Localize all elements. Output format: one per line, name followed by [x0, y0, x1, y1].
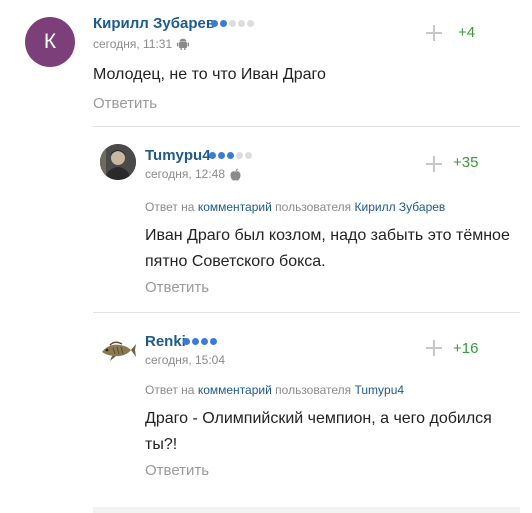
reply-to-info: Ответ на комментарий пользователя Tumypu…	[145, 383, 404, 397]
author-name[interactable]: Кирилл Зубарев	[93, 15, 215, 32]
reply-user-prefix: пользователя	[275, 383, 352, 397]
comment-time: сегодня, 12:48	[145, 167, 226, 181]
apple-icon	[230, 167, 241, 181]
comment-meta: сегодня, 12:48	[145, 167, 241, 181]
comment: Renki сегодня, 15:04 +16 Ответ на коммен…	[0, 312, 532, 507]
rank-dot	[236, 152, 243, 159]
rank-dot	[238, 20, 245, 27]
reply-button[interactable]: Ответить	[145, 279, 209, 296]
comment-text: Драго - Олимпийский чемпион, а чего доби…	[145, 406, 520, 458]
comment-text-line: ты?!	[145, 436, 178, 453]
comment: Tumypu4 сегодня, 12:48 +35 Ответ на комм…	[0, 126, 532, 312]
upvote-button[interactable]	[426, 25, 442, 41]
comment-score: +35	[453, 154, 479, 171]
reply-user-link[interactable]: Tumypu4	[355, 383, 405, 397]
reply-to-info: Ответ на комментарий пользователя Кирилл…	[145, 200, 445, 214]
comment-meta: сегодня, 11:31	[93, 37, 190, 51]
rank-dot	[210, 338, 217, 345]
comment-time: сегодня, 15:04	[145, 353, 226, 367]
rank-dot	[209, 152, 216, 159]
rank-dot	[192, 338, 199, 345]
fish-icon	[102, 341, 136, 361]
author-name[interactable]: Renki	[145, 333, 186, 350]
rank-dot	[220, 20, 227, 27]
avatar[interactable]	[100, 332, 136, 368]
avatar[interactable]	[100, 144, 136, 180]
reply-user-prefix: пользователя	[275, 200, 352, 214]
reply-comment-link[interactable]: комментарий	[198, 383, 272, 397]
comment-score: +4	[458, 24, 476, 41]
comment-text: Молодец, не то что Иван Драго	[93, 66, 326, 83]
rank-dots	[211, 20, 254, 27]
comment-time: сегодня, 11:31	[93, 37, 173, 51]
rank-dot	[245, 152, 252, 159]
comment-meta: сегодня, 15:04	[145, 353, 225, 367]
reply-prefix: Ответ на	[145, 200, 195, 214]
avatar[interactable]: К	[25, 17, 75, 67]
rank-dots	[183, 338, 217, 345]
reply-button[interactable]: Ответить	[145, 462, 209, 479]
reply-button[interactable]: Ответить	[93, 95, 157, 112]
reply-prefix: Ответ на	[145, 383, 195, 397]
android-icon	[177, 38, 190, 50]
divider	[93, 507, 520, 513]
upvote-button[interactable]	[426, 156, 442, 172]
rank-dot	[183, 338, 190, 345]
rank-dot	[227, 152, 234, 159]
comment-text-line: пятно Советского бокса.	[145, 253, 326, 270]
reply-user-link[interactable]: Кирилл Зубарев	[355, 200, 446, 214]
author-name[interactable]: Tumypu4	[145, 147, 211, 164]
comment-text-line: Иван Драго был козлом, надо забыть это т…	[145, 227, 510, 244]
rank-dot	[201, 338, 208, 345]
rank-dot	[247, 20, 254, 27]
rank-dots	[209, 152, 252, 159]
rank-dot	[211, 20, 218, 27]
comment: К Кирилл Зубарев сегодня, 11:31 +4 Молод…	[0, 0, 532, 126]
comment-text-line: Драго - Олимпийский чемпион, а чего доби…	[145, 410, 492, 427]
upvote-button[interactable]	[426, 340, 442, 356]
reply-comment-link[interactable]: комментарий	[198, 200, 272, 214]
user-photo-icon	[100, 144, 136, 180]
rank-dot	[218, 152, 225, 159]
comment-text: Иван Драго был козлом, надо забыть это т…	[145, 223, 520, 275]
rank-dot	[229, 20, 236, 27]
comment-score: +16	[453, 340, 479, 357]
